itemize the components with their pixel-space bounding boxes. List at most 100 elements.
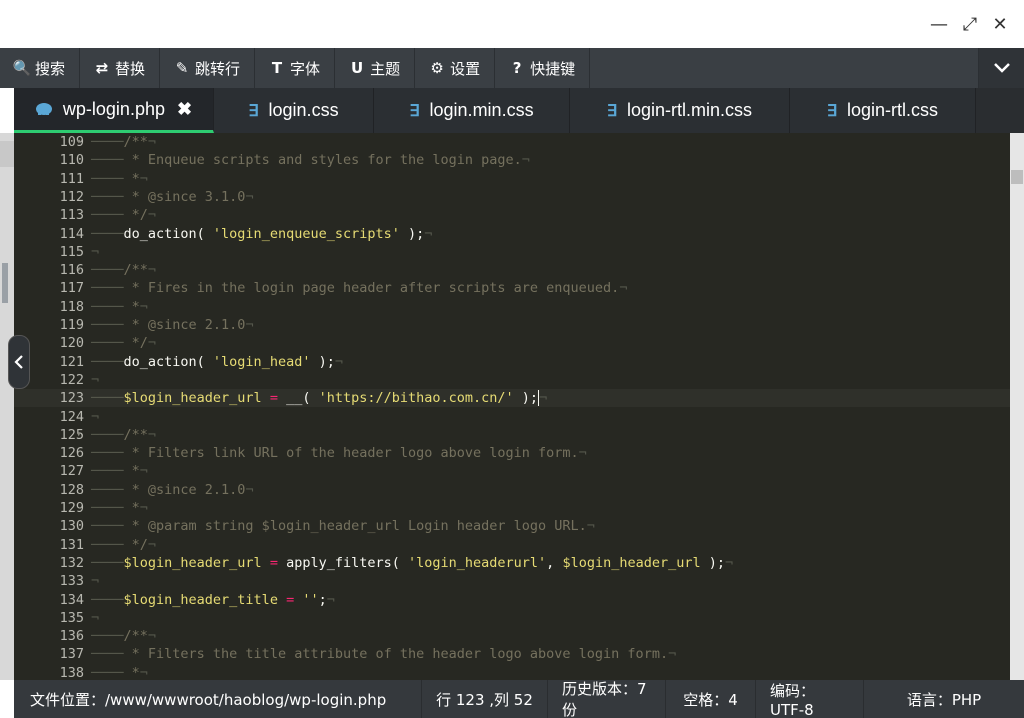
code-content: ¬ [91,572,99,590]
replace-button[interactable]: ⇄ 替换 [80,48,161,88]
code-line[interactable]: 129 ──── *¬ [14,499,1010,517]
code-line[interactable]: 126 ──── * Filters link URL of the header… [14,444,1010,462]
code-line[interactable]: 138 ──── *¬ [14,664,1010,680]
code-content: ──── */¬ [91,536,156,554]
code-line[interactable]: 132 ────$login_header_url = apply_filters… [14,554,1010,572]
whitespace-marker: ──── [91,463,124,480]
variable-name: $login_header_title [123,591,278,608]
sidebar-scroll-mark [2,263,8,303]
scrollbar-thumb[interactable] [1011,170,1023,184]
code-line[interactable]: 134 ────$login_header_title = '';¬ [14,591,1010,609]
whitespace-marker: ──── [91,591,124,608]
code-line[interactable]: 109 ▾ ────/**¬ [14,133,1010,151]
toolbar-collapse-button[interactable] [978,48,1024,88]
font-label: 字体 [290,59,321,78]
whitespace-marker: ¬ [725,554,734,571]
code-line[interactable]: 128 ──── * @since 2.1.0¬ [14,481,1010,499]
comment-text: /** [123,426,148,443]
file-tabs: wp-login.php ✖ ∃ login.css ∃ login.min.c… [14,88,1024,133]
maximize-button[interactable]: ⤢ [955,10,985,38]
code-content: ──── * @since 3.1.0¬ [91,188,254,206]
code-line[interactable]: 110 ──── * Enqueue scripts and styles for… [14,151,1010,169]
code-line[interactable]: 136 ▾ ────/**¬ [14,627,1010,645]
goto-line-label: 跳转行 [195,59,241,78]
code-content: ──── *¬ [91,462,148,480]
whitespace-marker: ──── [91,207,124,224]
fold-arrow-icon[interactable]: ▾ [76,627,81,645]
minimize-icon: — [930,13,948,35]
code-line[interactable]: 123 ────$login_header_url = __( 'https://… [14,389,1010,408]
theme-button[interactable]: U 主题 [335,48,416,88]
sidebar-stub[interactable] [0,141,14,167]
minimize-button[interactable]: — [924,10,954,38]
whitespace-marker: ¬ [147,134,157,150]
comment-text: /** [123,134,148,150]
code-punctuation: ); [310,353,335,370]
help-icon: ? [512,59,522,77]
code-line[interactable]: 114 ────do_action( 'login_enqueue_scripts… [14,225,1010,243]
string-literal: 'login_enqueue_scripts' [212,225,400,242]
code-line[interactable]: 130 ──── * @param string $login_header_ur… [14,517,1010,535]
tab-login-rtl-css[interactable]: ∃ login-rtl.css [790,88,976,133]
fold-arrow-icon[interactable]: ▾ [76,261,81,279]
maximize-icon: ⤢ [962,13,978,35]
php-elephant-icon [35,103,52,115]
code-line[interactable]: 122 ¬ [14,371,1010,389]
fold-arrow-icon[interactable]: ▾ [76,133,81,151]
goto-line-button[interactable]: ✎ 跳转行 [160,48,256,88]
indent-status[interactable]: 空格：4 [666,680,756,718]
code-line[interactable]: 125 ▾ ────/**¬ [14,426,1010,444]
code-line[interactable]: 118 ──── *¬ [14,298,1010,316]
close-window-button[interactable]: ✕ [985,10,1015,38]
code-line[interactable]: 124 ¬ [14,408,1010,426]
fold-arrow-icon[interactable]: ▾ [76,426,81,444]
cursor-position-status[interactable]: 行 123 ,列 52 [422,680,548,718]
code-editor[interactable]: 109 ▾ ────/**¬ 110 ──── * Enqueue scripts an… [14,133,1010,680]
encoding-status[interactable]: 编码：UTF-8 [756,680,864,718]
code-line[interactable]: 119 ──── * @since 2.1.0¬ [14,316,1010,334]
code-line[interactable]: 116 ▾ ────/**¬ [14,261,1010,279]
code-line[interactable]: 131 ──── */¬ [14,536,1010,554]
code-content: ──── * Enqueue scripts and styles for th… [91,151,530,169]
tab-login-min-css[interactable]: ∃ login.min.css [374,88,570,133]
sidebar-toggle-button[interactable] [8,335,30,389]
assignment-operator: = [261,390,287,407]
font-button[interactable]: T 字体 [255,48,336,88]
code-line[interactable]: 127 ──── *¬ [14,462,1010,480]
editor-scrollbar[interactable] [1010,133,1024,680]
comment-text: * Enqueue scripts and styles for the log… [123,152,522,169]
whitespace-marker: ¬ [147,262,157,279]
close-tab-icon[interactable]: ✖ [177,99,192,120]
code-line[interactable]: 113 ──── */¬ [14,206,1010,224]
whitespace-marker: ¬ [147,628,157,645]
code-line[interactable]: 115 ¬ [14,243,1010,261]
tab-wp-login-php[interactable]: wp-login.php ✖ [14,88,214,133]
chevron-down-icon [993,63,1010,73]
whitespace-marker: ¬ [139,298,148,315]
css3-icon: ∃ [826,102,838,120]
whitespace-marker: ¬ [91,408,100,425]
code-line[interactable]: 133 ¬ [14,572,1010,590]
code-content: ──── */¬ [91,334,156,352]
line-number: 119 [59,317,84,333]
code-line[interactable]: 112 ──── * @since 3.1.0¬ [14,188,1010,206]
whitespace-marker: ¬ [91,243,100,260]
code-line[interactable]: 120 ──── */¬ [14,334,1010,352]
search-button[interactable]: 🔍 搜索 [0,48,81,88]
tab-login-css[interactable]: ∃ login.css [214,88,374,133]
settings-button[interactable]: ⚙ 设置 [415,48,496,88]
code-line[interactable]: 117 ──── * Fires in the login page header… [14,279,1010,297]
whitespace-marker: ¬ [245,317,254,333]
code-line[interactable]: 137 ──── * Filters the title attribute of… [14,645,1010,663]
code-line[interactable]: 121 ────do_action( 'login_head' );¬ [14,353,1010,371]
code-line[interactable]: 111 ──── *¬ [14,170,1010,188]
shortcuts-button[interactable]: ? 快捷键 [495,48,591,88]
history-version-status[interactable]: 历史版本：7份 [548,680,666,718]
tab-login-rtl-min-css[interactable]: ∃ login-rtl.min.css [570,88,790,133]
assignment-operator: = [277,591,303,608]
code-content: ──── * Filters link URL of the header lo… [91,444,587,462]
line-number: 110 [59,152,84,169]
code-line[interactable]: 135 ¬ [14,609,1010,627]
language-status[interactable]: 语言：PHP [864,680,1024,718]
whitespace-marker: ──── [91,335,124,352]
